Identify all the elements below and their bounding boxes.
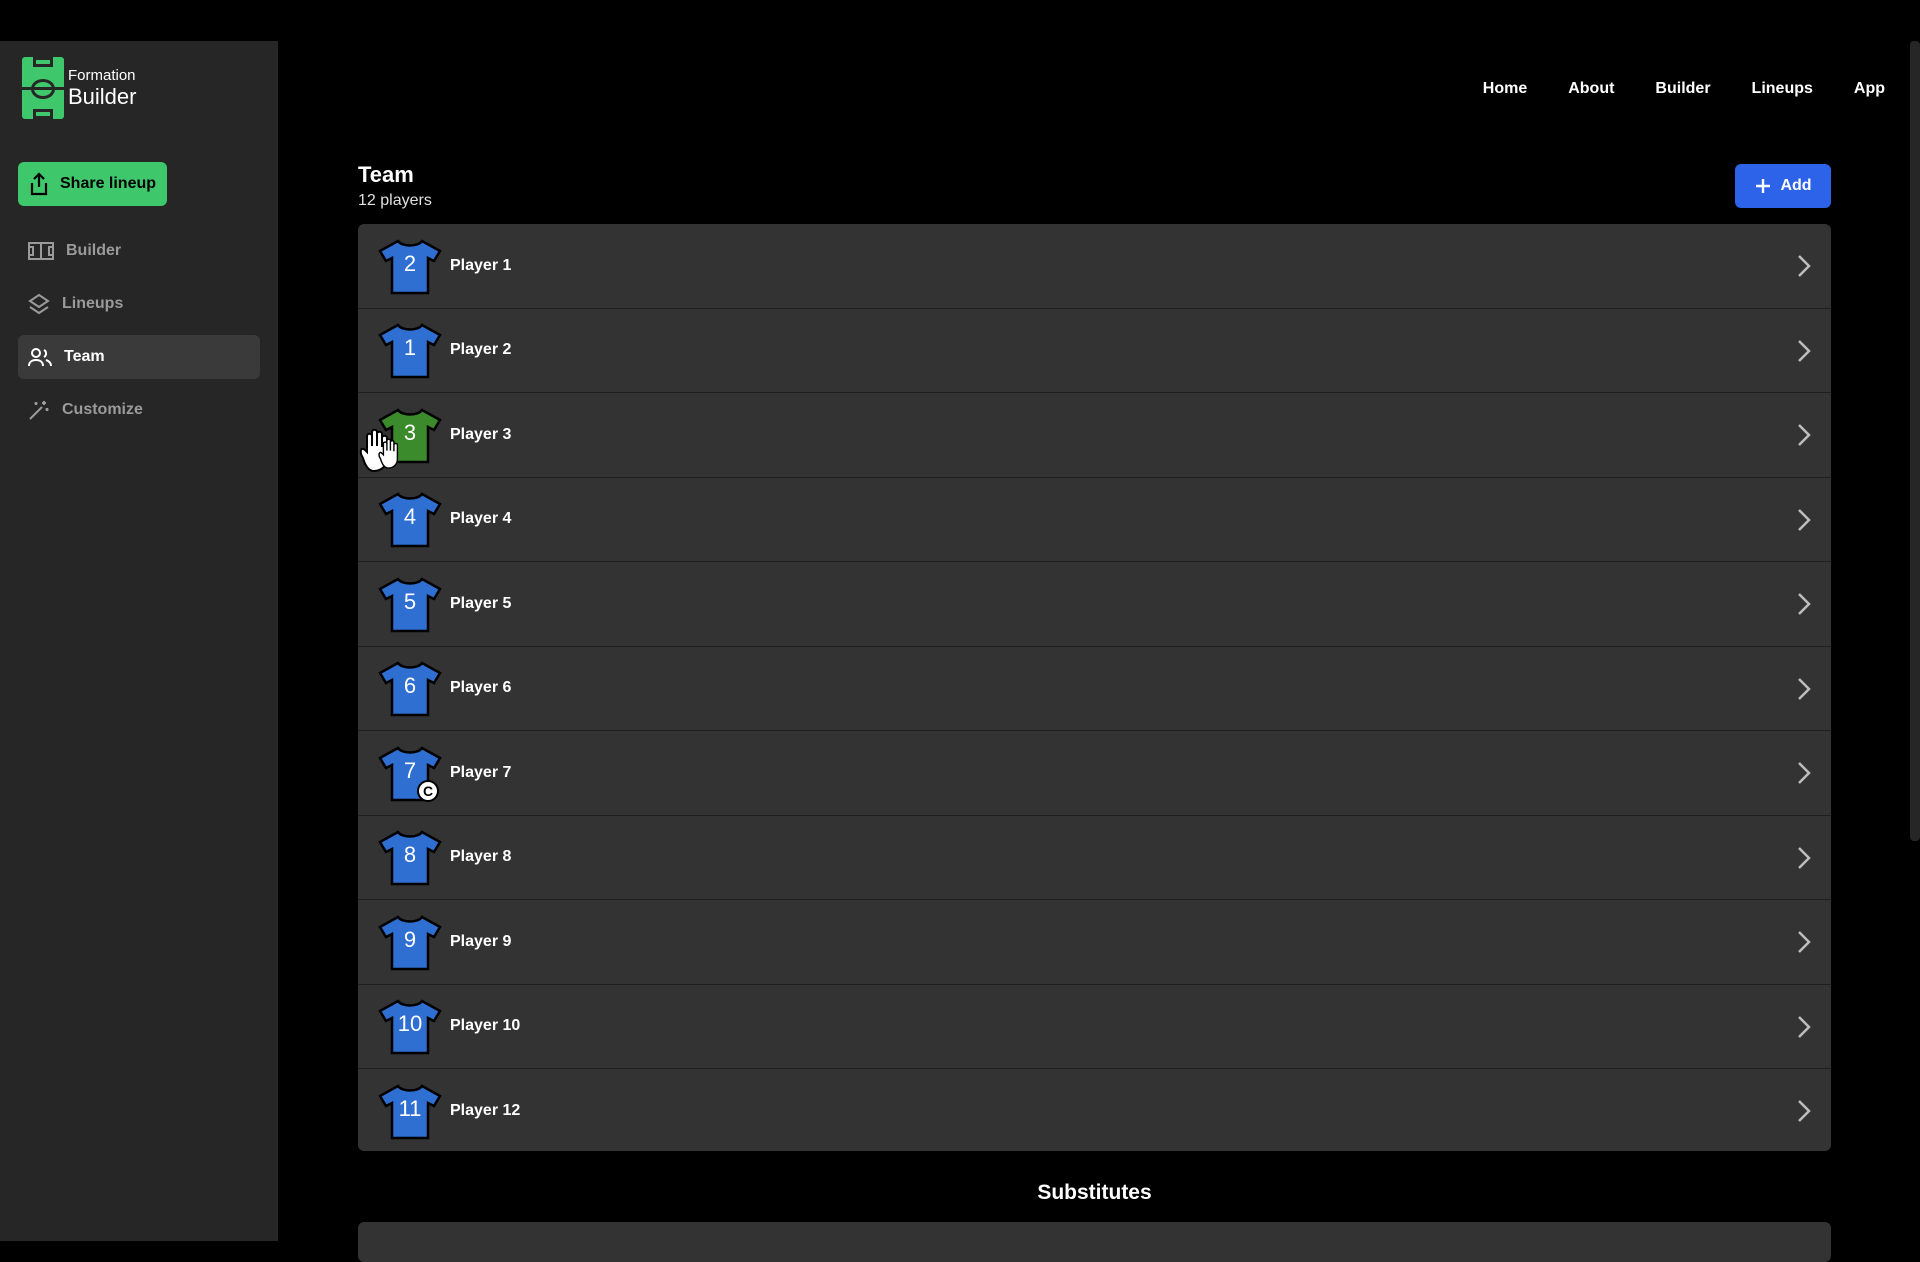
nav-link-lineups[interactable]: Lineups — [1752, 80, 1813, 98]
player-name: Player 6 — [450, 679, 512, 697]
jersey-number: 2 — [403, 250, 417, 276]
chevron-right-icon[interactable] — [1797, 508, 1811, 532]
logo-text-bottom: Builder — [68, 84, 137, 109]
jersey-number: 9 — [403, 926, 417, 952]
sidebar-item-label: Team — [64, 348, 105, 365]
chevron-right-icon[interactable] — [1797, 846, 1811, 870]
jersey-number: 8 — [403, 842, 417, 868]
grab-cursor-icon — [359, 428, 399, 473]
jersey-icon: 11 — [378, 1082, 442, 1140]
jersey-icon: 8 — [378, 828, 442, 886]
field-icon — [28, 242, 54, 260]
sidebar-item-label: Customize — [62, 401, 143, 418]
sidebar-item-customize[interactable]: Customize — [18, 388, 260, 432]
sidebar-item-team[interactable]: Team — [18, 335, 260, 379]
share-icon — [30, 172, 48, 196]
player-name: Player 3 — [450, 425, 512, 443]
share-lineup-label: Share lineup — [60, 175, 157, 192]
substitutes-list — [358, 1222, 1831, 1262]
jersey-number: 7 — [403, 757, 417, 783]
chevron-right-icon[interactable] — [1797, 254, 1811, 278]
player-row[interactable]: 1 Player 2 — [358, 309, 1831, 393]
sidebar-nav: Builder Lineups Team Customize — [18, 229, 260, 441]
chevron-right-icon[interactable] — [1797, 761, 1811, 785]
player-name: Player 7 — [450, 763, 512, 781]
sidebar-item-label: Builder — [66, 242, 122, 259]
player-row[interactable]: 11 Player 12 — [358, 1069, 1831, 1151]
add-player-button[interactable]: Add — [1735, 164, 1831, 208]
page-title: Team — [358, 162, 414, 187]
player-row[interactable]: 9 Player 9 — [358, 900, 1831, 985]
jersey-icon: 4 — [378, 490, 442, 548]
player-name: Player 9 — [450, 932, 512, 950]
jersey-icon: 6 — [378, 659, 442, 717]
sidebar-item-lineups[interactable]: Lineups — [18, 282, 260, 326]
chevron-right-icon[interactable] — [1797, 1015, 1811, 1039]
jersey-icon: 5 — [378, 575, 442, 633]
jersey-number: 10 — [397, 1011, 423, 1037]
nav-link-home[interactable]: Home — [1483, 80, 1527, 98]
player-row[interactable]: 5 Player 5 — [358, 562, 1831, 647]
chevron-right-icon[interactable] — [1797, 339, 1811, 363]
add-button-label: Add — [1780, 177, 1812, 194]
jersey-number: 4 — [403, 504, 417, 530]
sidebar-item-label: Lineups — [62, 295, 124, 312]
jersey-icon: 9 — [378, 913, 442, 971]
jersey-icon: 10 — [378, 997, 442, 1055]
jersey-number: 5 — [403, 588, 417, 614]
player-count: 12 players — [358, 192, 432, 209]
player-name: Player 8 — [450, 848, 512, 866]
logo-text-top: Formation — [68, 67, 136, 84]
sidebar: Formation Builder Share lineup Builder L… — [0, 41, 278, 1241]
substitutes-heading: Substitutes — [1037, 1181, 1152, 1204]
share-lineup-button[interactable]: Share lineup — [18, 162, 167, 206]
chevron-right-icon[interactable] — [1797, 677, 1811, 701]
chevron-right-icon[interactable] — [1797, 930, 1811, 954]
top-navigation: Home About Builder Lineups App — [1483, 80, 1885, 98]
player-name: Player 4 — [450, 510, 512, 528]
jersey-number: 1 — [403, 335, 417, 361]
player-row[interactable]: 7 C Player 7 — [358, 731, 1831, 816]
pitch-logo-icon — [22, 57, 64, 119]
nav-link-builder[interactable]: Builder — [1655, 80, 1710, 98]
player-row[interactable]: 3 Player 3 — [358, 393, 1831, 478]
player-row[interactable]: 8 Player 8 — [358, 816, 1831, 900]
magic-wand-icon — [29, 401, 49, 420]
jersey-icon: 1 — [378, 321, 442, 379]
jersey-number: 6 — [403, 673, 417, 699]
player-row[interactable]: 10 Player 10 — [358, 985, 1831, 1069]
nav-link-app[interactable]: App — [1854, 80, 1885, 98]
player-name: Player 2 — [450, 341, 512, 359]
player-name: Player 12 — [450, 1102, 521, 1120]
chevron-right-icon[interactable] — [1797, 423, 1811, 447]
nav-link-about[interactable]: About — [1568, 80, 1614, 98]
jersey-icon: 7C — [378, 744, 442, 802]
users-icon — [28, 348, 52, 367]
jersey-number: 11 — [398, 1096, 422, 1122]
scrollbar[interactable] — [1910, 41, 1920, 841]
layers-icon — [28, 293, 50, 315]
jersey-icon: 2 — [378, 237, 442, 295]
captain-badge: C — [417, 779, 439, 802]
player-name: Player 10 — [450, 1017, 521, 1035]
plus-icon — [1756, 179, 1771, 193]
player-row[interactable]: 4 Player 4 — [358, 478, 1831, 562]
sidebar-item-builder[interactable]: Builder — [18, 229, 260, 273]
player-row[interactable]: 2 Player 1 — [358, 224, 1831, 309]
app-logo[interactable]: Formation Builder — [22, 57, 136, 119]
player-name: Player 5 — [450, 594, 512, 612]
chevron-right-icon[interactable] — [1797, 592, 1811, 616]
player-list: 2 Player 1 1 Player 2 3 Player 3 4 Player 4 5 Pla… — [358, 224, 1831, 1151]
chevron-right-icon[interactable] — [1797, 1099, 1811, 1123]
player-name: Player 1 — [450, 256, 512, 274]
player-row[interactable]: 6 Player 6 — [358, 647, 1831, 731]
